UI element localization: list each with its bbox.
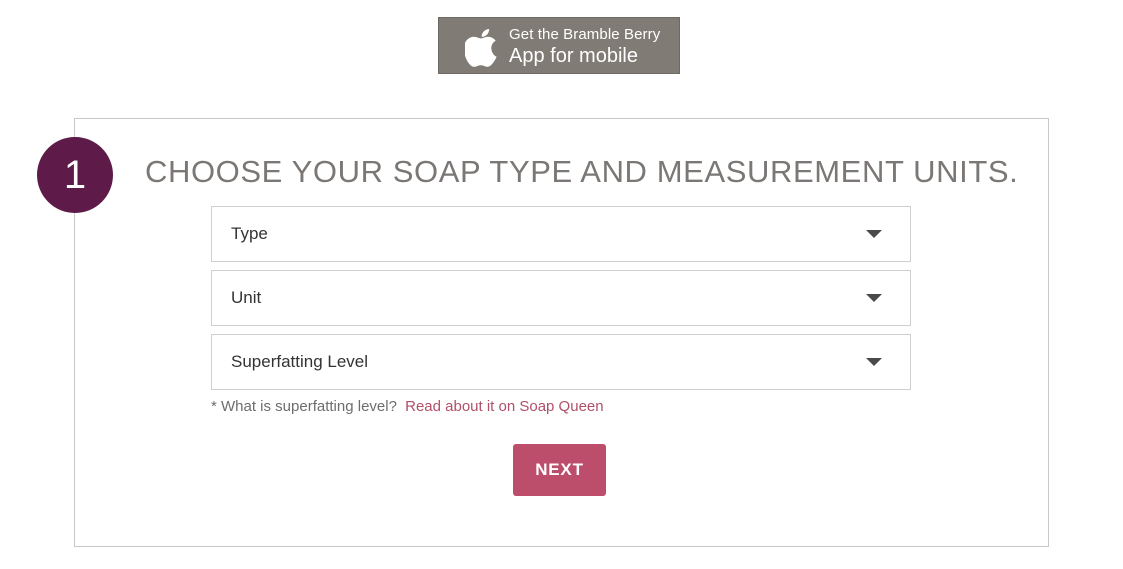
badge-line-1: Get the Bramble Berry [509, 26, 661, 43]
step-title: CHOOSE YOUR SOAP TYPE AND MEASUREMENT UN… [145, 154, 1019, 189]
superfatting-level-select[interactable]: Superfatting Level [211, 334, 911, 390]
step-number-badge: 1 [37, 137, 113, 213]
chevron-down-icon [866, 294, 882, 302]
superfatting-note-text: * What is superfatting level? [211, 398, 397, 415]
chevron-down-icon [866, 358, 882, 366]
next-button[interactable]: NEXT [513, 444, 606, 496]
type-select[interactable]: Type [211, 206, 911, 262]
badge-line-2: App for mobile [509, 45, 638, 67]
chevron-down-icon [866, 230, 882, 238]
unit-select-label: Unit [231, 288, 262, 307]
soap-queen-link[interactable]: Read about it on Soap Queen [405, 398, 604, 415]
apple-icon [465, 29, 497, 67]
superfatting-note: * What is superfatting level? Read about… [211, 398, 604, 415]
type-select-label: Type [231, 224, 268, 243]
unit-select[interactable]: Unit [211, 270, 911, 326]
app-download-badge[interactable]: Get the Bramble Berry App for mobile [438, 17, 680, 74]
page: Get the Bramble Berry App for mobile 1 C… [0, 0, 1123, 569]
superfatting-level-select-label: Superfatting Level [231, 352, 369, 371]
